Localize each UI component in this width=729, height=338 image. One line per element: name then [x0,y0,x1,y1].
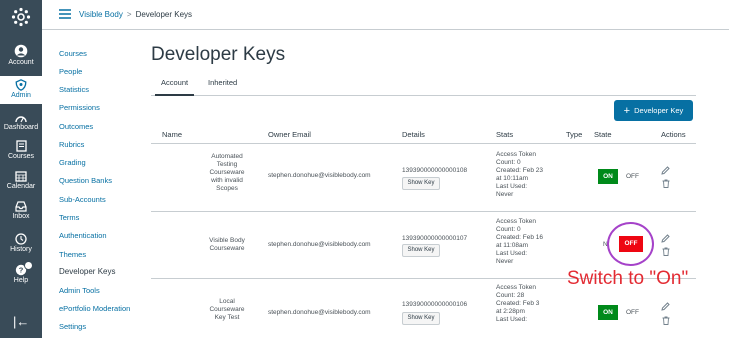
edit-pencil-icon[interactable] [661,234,670,243]
key-id: 139390000000000106 [402,301,468,308]
sidebar-item-permissions[interactable]: Permissions [59,103,100,112]
key-stats: Access Token Count: 0 Created: Feb 16 at 11… [496,218,543,265]
nav-dashboard[interactable]: Dashboard [0,113,42,131]
state-on-button[interactable]: ON [598,169,618,184]
sidebar-item-developer-keys[interactable]: Developer Keys [59,267,115,276]
tab-account[interactable]: Account [154,78,195,96]
row-divider [151,211,696,212]
sidebar-item-grading[interactable]: Grading [59,158,86,167]
key-stats: Access Token Count: 28 Created: Feb 3 at 2:… [496,284,540,323]
sidebar-item-sub-accounts[interactable]: Sub-Accounts [59,195,106,204]
nav-help-label: Help [13,277,29,284]
inbox-icon [15,201,27,212]
add-developer-key-label: Developer Key [634,106,684,115]
sidebar-item-outcomes[interactable]: Outcomes [59,122,93,131]
svg-text:?: ? [19,266,24,275]
key-id: 139390000000000107 [402,235,468,242]
top-header: Visible Body > Developer Keys [42,0,729,30]
nav-account[interactable]: Account [0,44,42,66]
collapse-nav-icon[interactable]: |← [13,314,29,329]
state-off-option[interactable]: OFF [626,309,639,316]
shield-icon [15,79,27,91]
nav-help[interactable]: ? Help [0,261,42,284]
clock-icon [15,233,27,245]
sidebar-item-question-banks[interactable]: Question Banks [59,176,112,185]
sidebar-item-admin-tools[interactable]: Admin Tools [59,286,100,295]
owner-email: stephen.donohue@visiblebody.com [268,172,371,179]
state-off-option[interactable]: OFF [626,173,639,180]
nav-inbox-label: Inbox [12,213,30,220]
nav-dashboard-label: Dashboard [3,124,39,131]
global-nav: Account Admin Dashboard Courses Calendar… [0,0,42,338]
nav-inbox[interactable]: Inbox [0,201,42,220]
breadcrumb-account-link[interactable]: Visible Body [79,10,123,19]
column-header-details: Details [402,130,425,139]
nav-admin[interactable]: Admin [0,76,42,104]
tab-bar: Account Inherited [151,72,696,96]
sidebar-item-terms[interactable]: Terms [59,213,79,222]
sidebar-item-rubrics[interactable]: Rubrics [59,140,84,149]
sidebar-item-eportfolio-moderation[interactable]: ePortfolio Moderation [59,304,130,313]
key-stats: Access Token Count: 0 Created: Feb 23 at 10… [496,151,543,198]
sidebar-item-courses[interactable]: Courses [59,49,87,58]
sidebar-item-statistics[interactable]: Statistics [59,85,89,94]
header-divider [151,143,696,144]
annotation-label: Switch to "On" [567,268,689,289]
sidebar-item-authentication[interactable]: Authentication [59,231,107,240]
tab-inherited[interactable]: Inherited [208,78,237,87]
key-id: 139390000000000108 [402,167,468,174]
notification-badge [24,261,33,270]
owner-email: stephen.donohue@visiblebody.com [268,309,371,316]
add-developer-key-button[interactable]: + Developer Key [614,100,693,121]
nav-history[interactable]: History [0,233,42,253]
sidebar-item-people[interactable]: People [59,67,82,76]
column-header-type: Type [566,130,583,139]
trash-icon[interactable] [662,316,670,325]
show-key-button[interactable]: Show Key [402,312,440,325]
edit-pencil-icon[interactable] [661,166,670,175]
column-header-name: Name [162,130,183,139]
calendar-icon [15,171,27,182]
nav-calendar-label: Calendar [6,183,36,190]
user-icon [14,44,28,58]
show-key-button[interactable]: Show Key [402,177,440,190]
state-on-button[interactable]: ON [598,305,618,320]
breadcrumb-separator: > [126,10,132,19]
column-header-stats: Stats [496,130,514,139]
owner-email: stephen.donohue@visiblebody.com [268,241,371,248]
key-name: Local Courseware Key Test [209,298,245,321]
book-icon [15,140,27,152]
column-header-state: State [594,130,612,139]
trash-icon[interactable] [662,247,670,256]
nav-calendar[interactable]: Calendar [0,170,42,190]
canvas-logo-icon[interactable] [11,7,31,27]
highlight-circle [607,222,654,266]
breadcrumb: Visible Body > Developer Keys [79,10,192,19]
nav-history-label: History [10,246,32,253]
key-name: Automated Testing Courseware with invalid Sc… [209,153,245,192]
column-header-owner-email: Owner Email [268,130,311,139]
column-header-actions: Actions [661,130,686,139]
show-key-button[interactable]: Show Key [402,244,440,257]
edit-pencil-icon[interactable] [661,302,670,311]
nav-account-label: Account [8,59,34,66]
page-title: Developer Keys [151,44,286,65]
plus-icon: + [623,105,631,117]
trash-icon[interactable] [662,179,670,188]
breadcrumb-current: Developer Keys [135,10,193,19]
key-name: Visible Body Courseware [209,237,245,252]
hamburger-menu-icon[interactable] [59,9,71,19]
nav-courses-label: Courses [7,153,35,160]
dashboard-icon [15,116,27,123]
nav-admin-label: Admin [11,92,31,99]
nav-courses[interactable]: Courses [0,140,42,160]
sidebar-item-settings[interactable]: Settings [59,322,86,331]
sidebar-item-themes[interactable]: Themes [59,250,86,259]
